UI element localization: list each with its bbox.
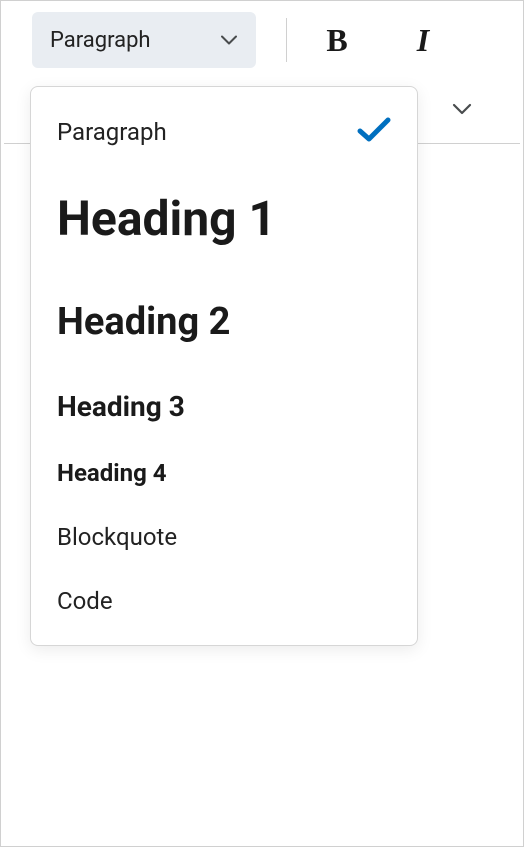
chevron-down-icon bbox=[452, 103, 472, 115]
dropdown-item-heading-4[interactable]: Heading 4 bbox=[31, 441, 417, 505]
dropdown-item-label: Code bbox=[57, 587, 113, 615]
italic-icon: I bbox=[417, 22, 429, 59]
editor-frame: Paragraph B I Paragraph bbox=[0, 0, 524, 847]
block-format-dropdown: Paragraph Heading 1 Heading 2 Heading 3 … bbox=[30, 86, 418, 646]
toolbar: Paragraph B I bbox=[4, 4, 520, 76]
italic-button[interactable]: I bbox=[395, 12, 451, 68]
block-format-selector[interactable]: Paragraph bbox=[32, 12, 256, 68]
dropdown-item-label: Blockquote bbox=[57, 523, 177, 551]
block-format-label: Paragraph bbox=[50, 28, 151, 53]
dropdown-item-label: Heading 1 bbox=[57, 193, 276, 246]
dropdown-item-label: Heading 2 bbox=[57, 302, 230, 344]
dropdown-item-code[interactable]: Code bbox=[31, 569, 417, 633]
chevron-down-icon bbox=[220, 31, 238, 49]
more-options-toggle[interactable] bbox=[446, 94, 478, 125]
dropdown-item-heading-2[interactable]: Heading 2 bbox=[31, 274, 417, 372]
checkmark-icon bbox=[357, 117, 391, 147]
dropdown-item-paragraph[interactable]: Paragraph bbox=[31, 99, 417, 165]
toolbar-divider bbox=[286, 18, 287, 62]
dropdown-item-heading-3[interactable]: Heading 3 bbox=[31, 372, 417, 441]
dropdown-item-label: Paragraph bbox=[57, 118, 167, 146]
dropdown-item-blockquote[interactable]: Blockquote bbox=[31, 505, 417, 569]
bold-icon: B bbox=[326, 22, 347, 59]
dropdown-item-label: Heading 3 bbox=[57, 390, 185, 423]
dropdown-item-label: Heading 4 bbox=[57, 459, 167, 487]
bold-button[interactable]: B bbox=[309, 12, 365, 68]
dropdown-item-heading-1[interactable]: Heading 1 bbox=[31, 165, 417, 274]
